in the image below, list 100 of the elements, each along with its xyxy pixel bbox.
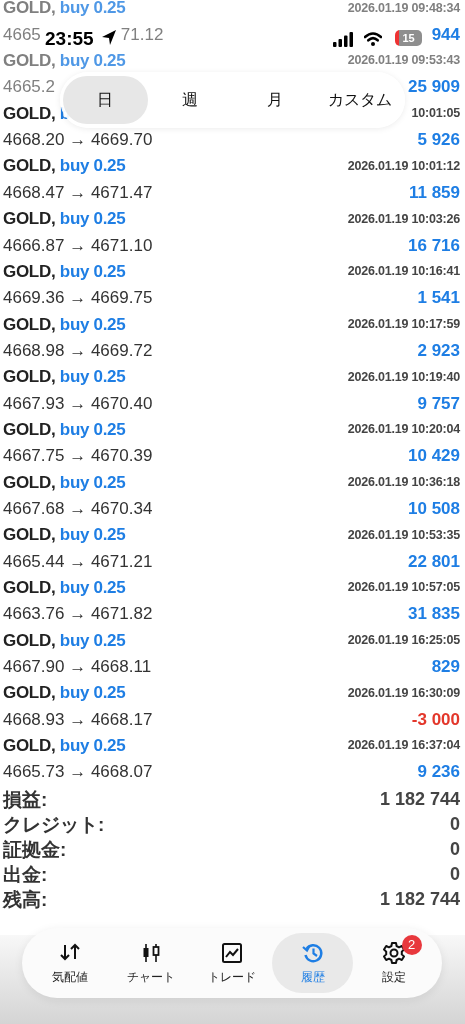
profit-value: 10 508	[408, 497, 460, 520]
signal-icon	[333, 32, 353, 47]
line-chart-icon	[220, 940, 244, 965]
profit-value: 5 926	[417, 129, 460, 152]
summary-value: 0	[450, 838, 460, 862]
nav-tab[interactable]: 設定 2	[353, 933, 434, 993]
order-side: buy 0.25	[59, 578, 126, 597]
symbol-label: GOLD,	[3, 472, 56, 492]
symbol-label: GOLD,	[3, 261, 56, 281]
deal-time: 10:01:05	[411, 105, 460, 123]
symbol-label: GOLD,	[3, 736, 56, 756]
price-text: 4669.36 → 4669.75	[3, 287, 153, 310]
profit-value: 2 923	[417, 339, 460, 362]
profit-value: 31 835	[408, 603, 460, 626]
period-tab[interactable]: 月	[232, 76, 318, 124]
deal-time: 2026.01.19 10:01:12	[347, 157, 460, 175]
profit-value: 11 859	[408, 181, 460, 204]
summary-label: 損益:	[3, 787, 48, 812]
order-side: buy 0.25	[59, 156, 126, 176]
price-text: 4665.2	[3, 76, 55, 99]
order-side: buy 0.25	[59, 736, 126, 756]
summary-value: 0	[450, 813, 460, 837]
battery-icon: 15	[395, 30, 422, 46]
profit-value: 10 429	[408, 445, 460, 468]
symbol-label: GOLD,	[3, 367, 56, 387]
order-side: buy 0.25	[59, 0, 126, 18]
symbol-label: GOLD,	[3, 419, 56, 439]
profit-value: 25 909	[408, 76, 460, 99]
price-text: 4668.98 → 4669.72	[3, 339, 153, 362]
price-text: 4665.73 → 4668.07	[3, 761, 153, 784]
order-side: buy 0.25	[59, 525, 126, 545]
symbol-label: GOLD,	[3, 578, 56, 597]
price-text: 4667.90 → 4668.11	[3, 656, 152, 678]
profit-value: 22 801	[408, 550, 460, 573]
deal-time: 2026.01.19 10:36:18	[347, 474, 460, 491]
location-icon	[101, 29, 117, 46]
symbol-label: GOLD,	[3, 0, 56, 18]
summary-value: 1 182 744	[379, 888, 460, 912]
profit-value: 9 236	[417, 761, 460, 784]
symbol-label: GOLD,	[3, 51, 56, 71]
symbol-label: GOLD,	[3, 103, 56, 123]
deal-time: 2026.01.19 10:19:40	[347, 368, 460, 386]
notification-badge: 2	[401, 935, 422, 955]
symbol-label: GOLD,	[3, 314, 56, 334]
summary-label: クレジット:	[3, 812, 105, 837]
deal-time: 2026.01.19 10:57:05	[347, 579, 460, 597]
deal-time: 2026.01.19 10:53:35	[347, 526, 460, 544]
symbol-label: GOLD,	[3, 630, 56, 650]
order-side: buy 0.25	[59, 314, 126, 334]
nav-tab[interactable]: トレード	[191, 933, 273, 993]
symbol-label: GOLD,	[3, 209, 56, 229]
deal-time: 2026.01.19 10:17:59	[347, 315, 460, 333]
order-side: buy 0.25	[59, 261, 126, 281]
nav-tab[interactable]: 履歴	[272, 933, 354, 993]
status-time: 23:55	[45, 27, 94, 51]
symbol-label: GOLD,	[3, 683, 56, 703]
period-tab[interactable]: カスタム	[317, 76, 402, 124]
price-text: 4668.47 → 4671.47	[3, 181, 153, 204]
order-side: buy 0.25	[59, 472, 126, 492]
price-text: 4667.68 → 4670.34	[3, 497, 153, 520]
summary-value: 0	[450, 863, 460, 887]
profit-value: 944	[431, 23, 460, 46]
price-text: 4665.44 → 4671.21	[3, 550, 153, 573]
price-text: 4663.76 → 4671.82	[3, 603, 153, 626]
profit-value: 829	[431, 656, 460, 678]
order-side: buy 0.25	[59, 419, 126, 439]
summary-label: 出金:	[3, 862, 48, 887]
wifi-icon	[364, 32, 382, 46]
nav-tab[interactable]: チャート	[110, 933, 192, 993]
symbol-label: GOLD,	[3, 525, 56, 545]
order-side: buy 0.25	[59, 209, 126, 229]
nav-tab[interactable]: 気配値	[30, 933, 111, 993]
deal-time: 2026.01.19 09:53:43	[347, 52, 460, 70]
price-text: 4668.93 → 4668.17	[3, 708, 153, 731]
deal-time: 2026.01.19 10:16:41	[347, 263, 460, 281]
order-side: buy 0.25	[59, 683, 126, 703]
price-text: 4668.20 → 4669.70	[3, 129, 153, 152]
profit-value: 1 541	[417, 287, 460, 310]
order-side: buy 0.25	[59, 367, 126, 387]
price-text: 4667.75 → 4670.39	[3, 445, 153, 468]
profit-value: 16 716	[408, 234, 460, 257]
price-text: 4667.93 → 4670.40	[3, 392, 153, 415]
summary-label: 証拠金:	[3, 837, 67, 862]
summary-label: 残高:	[3, 887, 48, 912]
deal-time: 2026.01.19 16:37:04	[347, 737, 460, 755]
deal-time: 2026.01.19 09:48:34	[347, 0, 460, 17]
deal-time: 2026.01.19 16:30:09	[347, 684, 460, 702]
price-text: 71.12	[120, 23, 164, 46]
profit-value: 9 757	[417, 392, 460, 415]
period-tab[interactable]: 週	[147, 76, 233, 124]
settings-icon	[381, 940, 406, 965]
deal-time: 2026.01.19 10:03:26	[347, 210, 460, 228]
summary-value: 1 182 744	[379, 788, 460, 812]
symbol-label: GOLD,	[3, 156, 56, 176]
profit-value: -3 000	[411, 708, 460, 731]
order-side: buy 0.25	[59, 51, 126, 71]
price-text: 4666.87 → 4671.10	[3, 234, 153, 257]
deal-time: 2026.01.19 16:25:05	[347, 632, 460, 650]
order-side: buy 0.25	[59, 630, 126, 650]
deal-time: 2026.01.19 10:20:04	[347, 421, 460, 439]
